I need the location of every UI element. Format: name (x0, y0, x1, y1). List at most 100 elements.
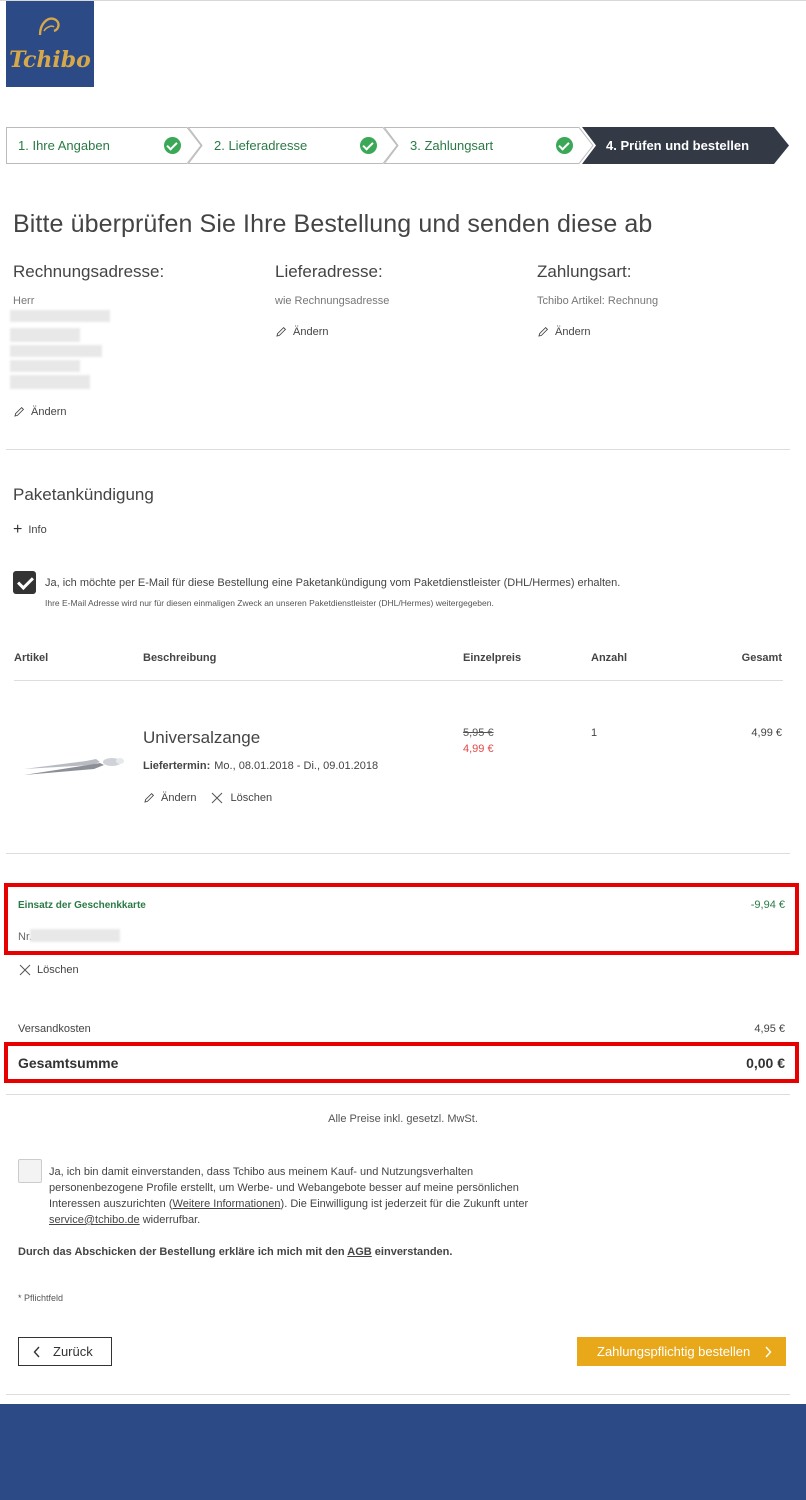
agb-link[interactable]: AGB (347, 1246, 371, 1258)
payment-title: Zahlungsart: (537, 262, 632, 281)
delete-label: Löschen (230, 792, 273, 804)
place-order-button[interactable]: Zahlungspflichtig bestellen (577, 1337, 786, 1366)
giftcard-amount: -9,94 € (750, 899, 785, 911)
col-unit-price: Einzelpreis (463, 652, 522, 664)
giftcard-title: Einsatz der Geschenkkarte (18, 900, 146, 911)
step-1[interactable]: 1. Ihre Angaben (6, 127, 202, 164)
col-article: Artikel (14, 652, 49, 664)
top-divider (0, 0, 806, 1)
parcel-title: Paketankündigung (13, 485, 154, 504)
item-delete-link[interactable]: Löschen (210, 791, 272, 805)
info-label: Info (28, 524, 47, 536)
billing-edit-link[interactable]: Ändern (13, 406, 66, 418)
divider (6, 853, 790, 854)
product-image[interactable] (20, 745, 130, 785)
delete-label: Löschen (37, 964, 79, 976)
check-icon (164, 137, 181, 154)
redacted-address (10, 375, 90, 389)
divider (6, 1094, 790, 1095)
parcel-consent-note: Ihre E-Mail Adresse wird nur für diesen … (45, 598, 494, 608)
old-price: 5,95 € (463, 727, 494, 739)
edit-label: Ändern (293, 326, 329, 338)
total-value: 0,00 € (746, 1055, 785, 1071)
checkout-stepper: 1. Ihre Angaben 2. Lieferadresse 3. Zahl… (6, 127, 790, 164)
table-divider (14, 680, 783, 681)
item-edit-link[interactable]: Ändern (143, 791, 196, 805)
redacted-address (10, 345, 102, 357)
shipping-edit-link[interactable]: Ändern (275, 326, 328, 338)
product-name[interactable]: Universalzange (143, 728, 260, 748)
consent-text-b: ). Die Einwilligung ist jederzeit für di… (280, 1198, 529, 1210)
total-label: Gesamtsumme (18, 1055, 119, 1071)
page-title: Bitte überprüfen Sie Ihre Bestellung und… (13, 210, 653, 238)
agb-text-b: einverstanden. (371, 1246, 453, 1258)
shipping-title: Lieferadresse: (275, 262, 383, 281)
giftcard-delete-link[interactable]: Löschen (18, 963, 79, 977)
redacted-address (10, 328, 80, 342)
redacted-address (10, 360, 80, 372)
payment-edit-link[interactable]: Ändern (537, 326, 590, 338)
step-4: 4. Prüfen und bestellen (582, 127, 790, 164)
step-2[interactable]: 2. Lieferadresse (188, 127, 398, 164)
step-label: 2. Lieferadresse (214, 138, 308, 153)
order-label: Zahlungspflichtig bestellen (597, 1344, 751, 1359)
consent-text-c: widerrufbar. (139, 1214, 201, 1226)
step-label: 4. Prüfen und bestellen (606, 138, 750, 153)
delivery-date: Liefertermin: Mo., 08.01.2018 - Di., 09.0… (143, 760, 378, 772)
quantity: 1 (591, 727, 598, 739)
redacted-address (10, 310, 110, 322)
profile-consent-checkbox[interactable] (18, 1159, 42, 1183)
agb-text-a: Durch das Abschicken der Bestellung erkl… (18, 1246, 348, 1258)
pencil-icon (14, 406, 25, 417)
payment-value: Tchibo Artikel: Rechnung (537, 295, 659, 307)
edit-label: Ändern (161, 792, 197, 804)
svg-text:Tchibo: Tchibo (9, 47, 91, 73)
check-icon (360, 137, 377, 154)
shipping-value: wie Rechnungsadresse (275, 295, 390, 307)
close-icon (212, 792, 223, 804)
tchibo-logo[interactable]: Tchibo (6, 1, 94, 87)
pencil-icon (538, 326, 549, 337)
item-actions: Ändern Löschen (143, 791, 272, 805)
parcel-consent-checkbox[interactable] (13, 571, 36, 594)
col-total: Gesamt (741, 652, 782, 664)
check-icon (556, 137, 573, 154)
shipping-cost-label: Versandkosten (18, 1023, 91, 1035)
profile-consent-text: Ja, ich bin damit einverstanden, dass Tc… (49, 1164, 539, 1228)
step-label: 3. Zahlungsart (410, 138, 494, 153)
billing-title: Rechnungsadresse: (13, 262, 165, 281)
service-email-link[interactable]: service@tchibo.de (49, 1214, 140, 1226)
delivery-value: Mo., 08.01.2018 - Di., 09.01.2018 (214, 760, 379, 772)
info-toggle[interactable]: + Info (13, 521, 47, 538)
col-description: Beschreibung (143, 652, 217, 664)
billing-salutation: Herr (13, 295, 35, 307)
delivery-label: Liefertermin: (143, 760, 211, 772)
line-total: 4,99 € (751, 727, 782, 739)
footer (0, 1404, 806, 1500)
pencil-icon (276, 326, 287, 337)
total-highlight (4, 1042, 799, 1083)
divider (6, 1394, 790, 1395)
more-info-link[interactable]: Weitere Informationen (173, 1198, 281, 1210)
sale-price: 4,99 € (463, 743, 494, 755)
redacted-giftcard-number (30, 929, 120, 942)
pencil-icon (144, 792, 155, 803)
close-icon (19, 964, 31, 976)
step-3[interactable]: 3. Zahlungsart (384, 127, 594, 164)
shipping-cost-value: 4,95 € (754, 1023, 785, 1035)
chevron-left-icon (33, 1346, 40, 1357)
giftcard-highlight (4, 883, 799, 955)
col-qty: Anzahl (591, 652, 628, 664)
chevron-right-icon (765, 1346, 772, 1357)
divider (6, 449, 790, 450)
edit-label: Ändern (555, 326, 591, 338)
edit-label: Ändern (31, 406, 67, 418)
step-label: 1. Ihre Angaben (18, 138, 110, 153)
vat-note: Alle Preise inkl. gesetzl. MwSt. (328, 1113, 478, 1125)
parcel-consent-text: Ja, ich möchte per E-Mail für diese Best… (45, 577, 621, 589)
back-label: Zurück (53, 1344, 93, 1359)
agb-note: Durch das Abschicken der Bestellung erkl… (18, 1246, 452, 1258)
required-note: * Pflichtfeld (18, 1293, 64, 1303)
back-button[interactable]: Zurück (18, 1337, 112, 1366)
plus-icon: + (13, 521, 23, 538)
